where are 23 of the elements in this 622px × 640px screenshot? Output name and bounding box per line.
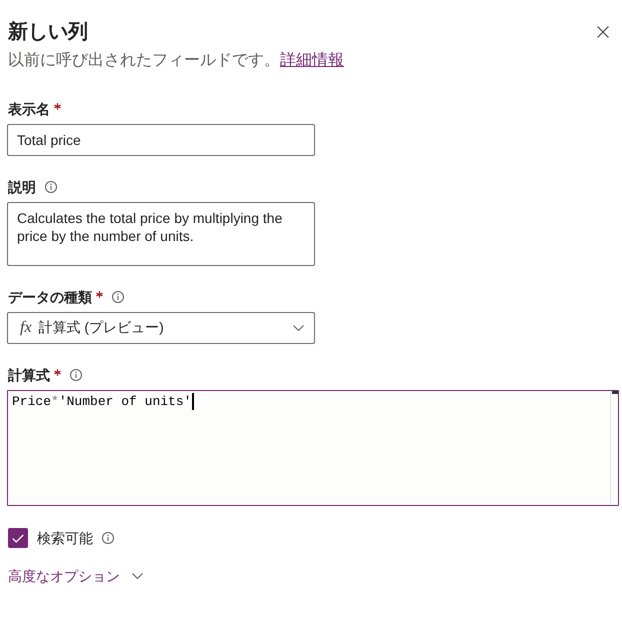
scrollbar[interactable] [610, 391, 618, 505]
chevron-down-icon [293, 325, 304, 331]
advanced-options-toggle[interactable]: 高度なオプション [8, 566, 143, 586]
learn-more-link[interactable]: 詳細情報 [280, 52, 344, 69]
info-icon[interactable] [102, 532, 114, 544]
field-label: 説明 [8, 178, 36, 197]
info-icon[interactable] [112, 291, 124, 303]
dropdown[interactable]: fx 計算式 (プレビュー) [7, 312, 315, 344]
panel-subtitle: 以前に呼び出されたフィールドです。詳細情報 [8, 50, 344, 71]
close-icon [597, 26, 609, 38]
text-input-field[interactable]: Total price [7, 124, 315, 156]
info-icon[interactable] [45, 181, 57, 193]
checkmark-icon [12, 534, 24, 542]
info-icon[interactable] [70, 369, 82, 381]
text-cursor [192, 393, 194, 410]
field-label: 計算式 [8, 366, 50, 385]
panel-title: 新しい列 [8, 20, 88, 45]
checkbox[interactable] [8, 528, 28, 548]
field-label: データの種類 [8, 288, 92, 307]
formula-editor[interactable]: Price*'Number of units' [7, 390, 619, 506]
text-area-field[interactable]: Calculates the total price by multiplying the price by the number of units. [7, 202, 315, 266]
field-label: 表示名 [8, 100, 50, 119]
checkbox-label: 検索可能 [37, 529, 93, 548]
